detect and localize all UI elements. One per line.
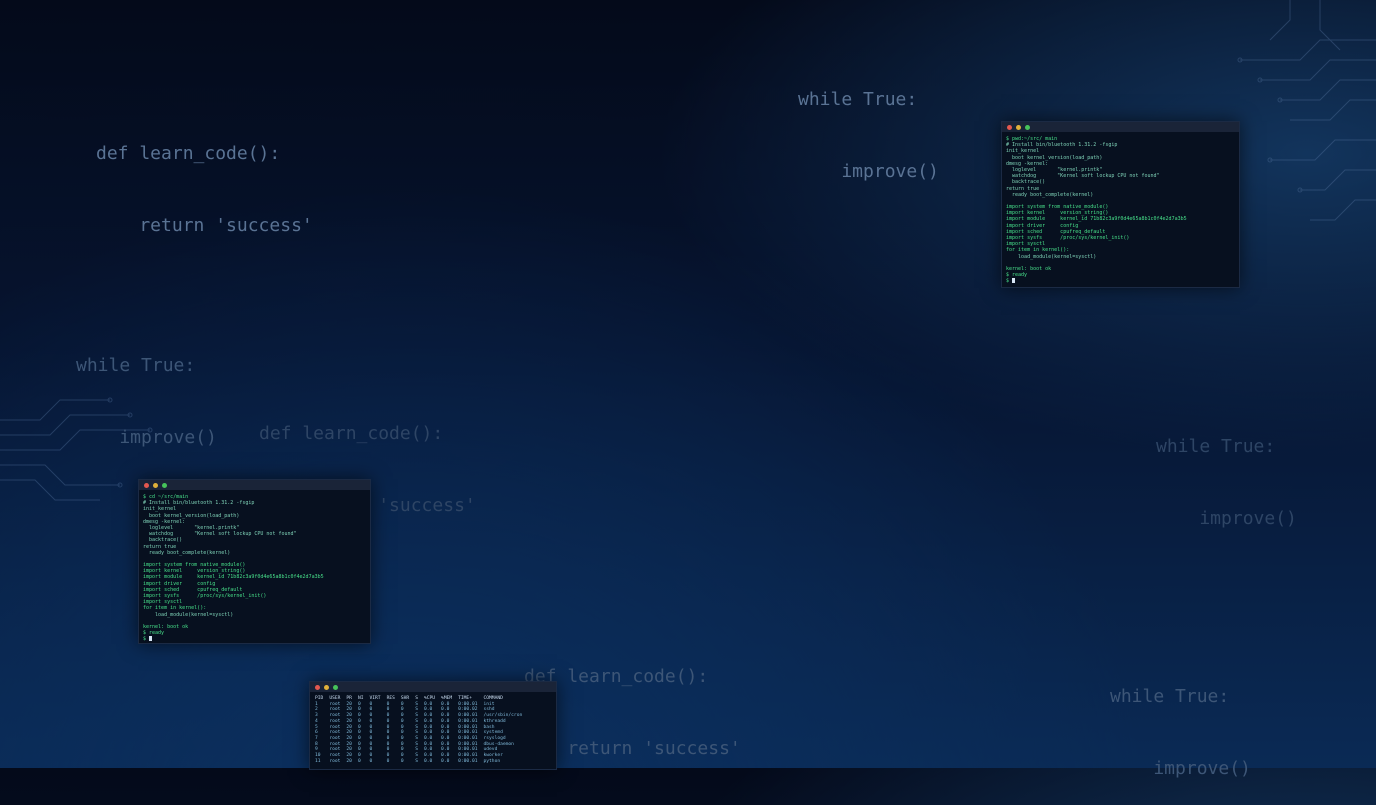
table-cell: 0 xyxy=(357,758,361,764)
code-line: while True: xyxy=(1156,436,1276,457)
terminal-line-text: init_kernel xyxy=(1006,148,1040,155)
table-cell: 0.0 xyxy=(423,758,433,764)
minimize-dot-icon[interactable] xyxy=(153,482,158,488)
floating-code-snippet: while True: improve() xyxy=(76,306,217,474)
code-line: def learn_code(): xyxy=(259,423,444,444)
table-row: 11 root 20 0 0 0 0 S 0.0 0.0 0:00.01 python xyxy=(312,759,525,765)
terminal-output: $ cd ~/src/main # Install bin/bluetooth 1… xyxy=(139,490,370,643)
maximize-dot-icon[interactable] xyxy=(1025,124,1030,130)
terminal-line-text: dmesg -kernel: xyxy=(1006,160,1049,167)
cursor-icon xyxy=(1012,278,1016,284)
table-cell: S xyxy=(415,758,418,764)
terminal-line-text: ready boot_complete(kernel) xyxy=(1006,191,1094,198)
code-line: improve() xyxy=(76,427,217,448)
terminal-line-text: import driver config xyxy=(1006,222,1079,229)
terminal-line-text: import module kernel_id 71b82c3a9f0d4e65… xyxy=(1006,216,1187,223)
terminal-window-bottom: PID USER PR NI VIRT RES SHR S %CPU %MEM TIME+ COMMA… xyxy=(309,681,557,770)
terminal-line-text: kernel: boot ok xyxy=(1006,265,1052,272)
terminal-line-text: dmesg -kernel: xyxy=(143,518,186,525)
terminal-line-text: import system from native_module() xyxy=(1006,204,1109,211)
table-cell: python xyxy=(483,758,501,764)
terminal-line: $ xyxy=(1006,278,1235,284)
terminal-line-text: import module kernel_id 71b82c3a9f0d4e65… xyxy=(143,574,324,581)
terminal-line-text: $ pwd:~/src/ main xyxy=(1006,136,1058,142)
table-cell: 0 xyxy=(369,758,373,764)
process-table: PID USER PR NI VIRT RES SHR S %CPU %MEM TIME+ COMMA… xyxy=(312,696,525,764)
terminal-line-text: import driver config xyxy=(143,580,216,587)
terminal-line-text: import kernel version_string() xyxy=(143,568,246,575)
table-cell: /usr/sbin/cron xyxy=(483,713,523,719)
terminal-line-text: # Install bin/bluetooth 1.31.2 -fsgip xyxy=(1006,142,1118,149)
table-cell: 0:00.01 xyxy=(458,718,478,724)
table-cell: 20 xyxy=(346,758,352,764)
terminal-titlebar xyxy=(1002,122,1239,132)
floating-code-snippet: def learn_code(): return 'success' xyxy=(96,94,313,262)
table-cell: 0:00.01 xyxy=(458,758,478,764)
maximize-dot-icon[interactable] xyxy=(162,482,167,488)
terminal-line-text: import sched cpufreq_default xyxy=(143,586,243,593)
code-line: improve() xyxy=(1156,508,1297,529)
minimize-dot-icon[interactable] xyxy=(1016,124,1021,130)
code-line: while True: xyxy=(76,355,196,376)
terminal-line-text: # Install bin/bluetooth 1.31.2 -fsgip xyxy=(143,500,255,507)
terminal-line-text: loglevel "kernel.printk" xyxy=(143,524,240,531)
code-line: improve() xyxy=(1110,758,1251,779)
code-line: improve() xyxy=(798,161,939,182)
terminal-line-text: import system from native_module() xyxy=(143,562,246,569)
table-cell: 0:00.01 xyxy=(458,713,478,719)
floating-code-snippet: while True: improve() xyxy=(1156,387,1297,555)
terminal-line-text: import sysctl xyxy=(143,599,183,606)
terminal-line-text: $ ready xyxy=(1006,272,1028,279)
close-dot-icon[interactable] xyxy=(1007,124,1012,130)
process-table-container: PID USER PR NI VIRT RES SHR S %CPU %MEM TIME+ COMMA… xyxy=(310,692,556,768)
terminal-line-text: loglevel "kernel.printk" xyxy=(1006,166,1103,173)
terminal-line-text: return true xyxy=(143,543,177,550)
terminal-line-text: import sysfs /proc/sys/kernel_init() xyxy=(1006,235,1130,241)
table-cell: root xyxy=(329,758,341,764)
floating-code-snippet: while True: improve() xyxy=(1110,637,1251,805)
terminal-line: $ xyxy=(143,636,366,642)
table-cell: 0:00.01 xyxy=(458,735,478,741)
table-cell: 0.0 xyxy=(441,758,450,764)
terminal-line-text: backtrace() xyxy=(1006,179,1046,186)
table-cell: 0:00.01 xyxy=(458,753,478,759)
terminal-line-text: backtrace() xyxy=(143,537,183,544)
table-cell: 11 xyxy=(315,758,321,764)
terminal-line-text: boot kernel_version(load_path) xyxy=(143,512,240,519)
code-line: while True: xyxy=(1110,686,1230,707)
code-line: while True: xyxy=(798,89,918,110)
close-dot-icon[interactable] xyxy=(144,482,149,488)
terminal-line-text: load_module(kernel=sysctl) xyxy=(143,611,234,618)
terminal-line-text: boot kernel_version(load_path) xyxy=(1006,154,1103,161)
terminal-line-text: for item in kernel(): xyxy=(143,605,207,612)
terminal-line-text: for item in kernel(): xyxy=(1006,247,1070,254)
terminal-line-text: import sched cpufreq_default xyxy=(1006,228,1106,235)
terminal-line-text: $ ready xyxy=(143,630,165,637)
terminal-line-text: import kernel version_string() xyxy=(1006,210,1109,217)
terminal-titlebar xyxy=(139,480,370,490)
maximize-dot-icon[interactable] xyxy=(333,684,338,690)
terminal-line-text: init_kernel xyxy=(143,506,177,513)
minimize-dot-icon[interactable] xyxy=(324,684,329,690)
terminal-window-left: $ cd ~/src/main # Install bin/bluetooth 1… xyxy=(138,479,371,644)
terminal-line-text: return true xyxy=(1006,185,1040,192)
code-line: return 'success' xyxy=(96,215,313,236)
terminal-line-text: watchdog "Kernel soft lockup CPU not fou… xyxy=(1006,173,1160,180)
terminal-output: $ pwd:~/src/ main # Install bin/bluetooth… xyxy=(1002,132,1239,287)
code-line: def learn_code(): xyxy=(96,143,281,164)
terminal-window-right: $ pwd:~/src/ main # Install bin/bluetooth… xyxy=(1001,121,1240,288)
terminal-line-text: kernel: boot ok xyxy=(143,623,189,630)
table-cell: 0 xyxy=(400,758,404,764)
table-cell: 0 xyxy=(386,758,390,764)
floating-code-snippet: while True: improve() xyxy=(798,40,939,208)
terminal-titlebar xyxy=(310,682,556,692)
terminal-line-text: load_module(kernel=sysctl) xyxy=(1006,253,1097,260)
terminal-line-text: import sysfs /proc/sys/kernel_init() xyxy=(143,593,267,599)
terminal-line-text: ready boot_complete(kernel) xyxy=(143,549,231,556)
close-dot-icon[interactable] xyxy=(315,684,320,690)
cursor-icon xyxy=(149,636,153,642)
terminal-line-text: watchdog "Kernel soft lockup CPU not fou… xyxy=(143,531,297,538)
terminal-line-text: import sysctl xyxy=(1006,241,1046,248)
terminal-line-text: $ cd ~/src/main xyxy=(143,494,189,500)
